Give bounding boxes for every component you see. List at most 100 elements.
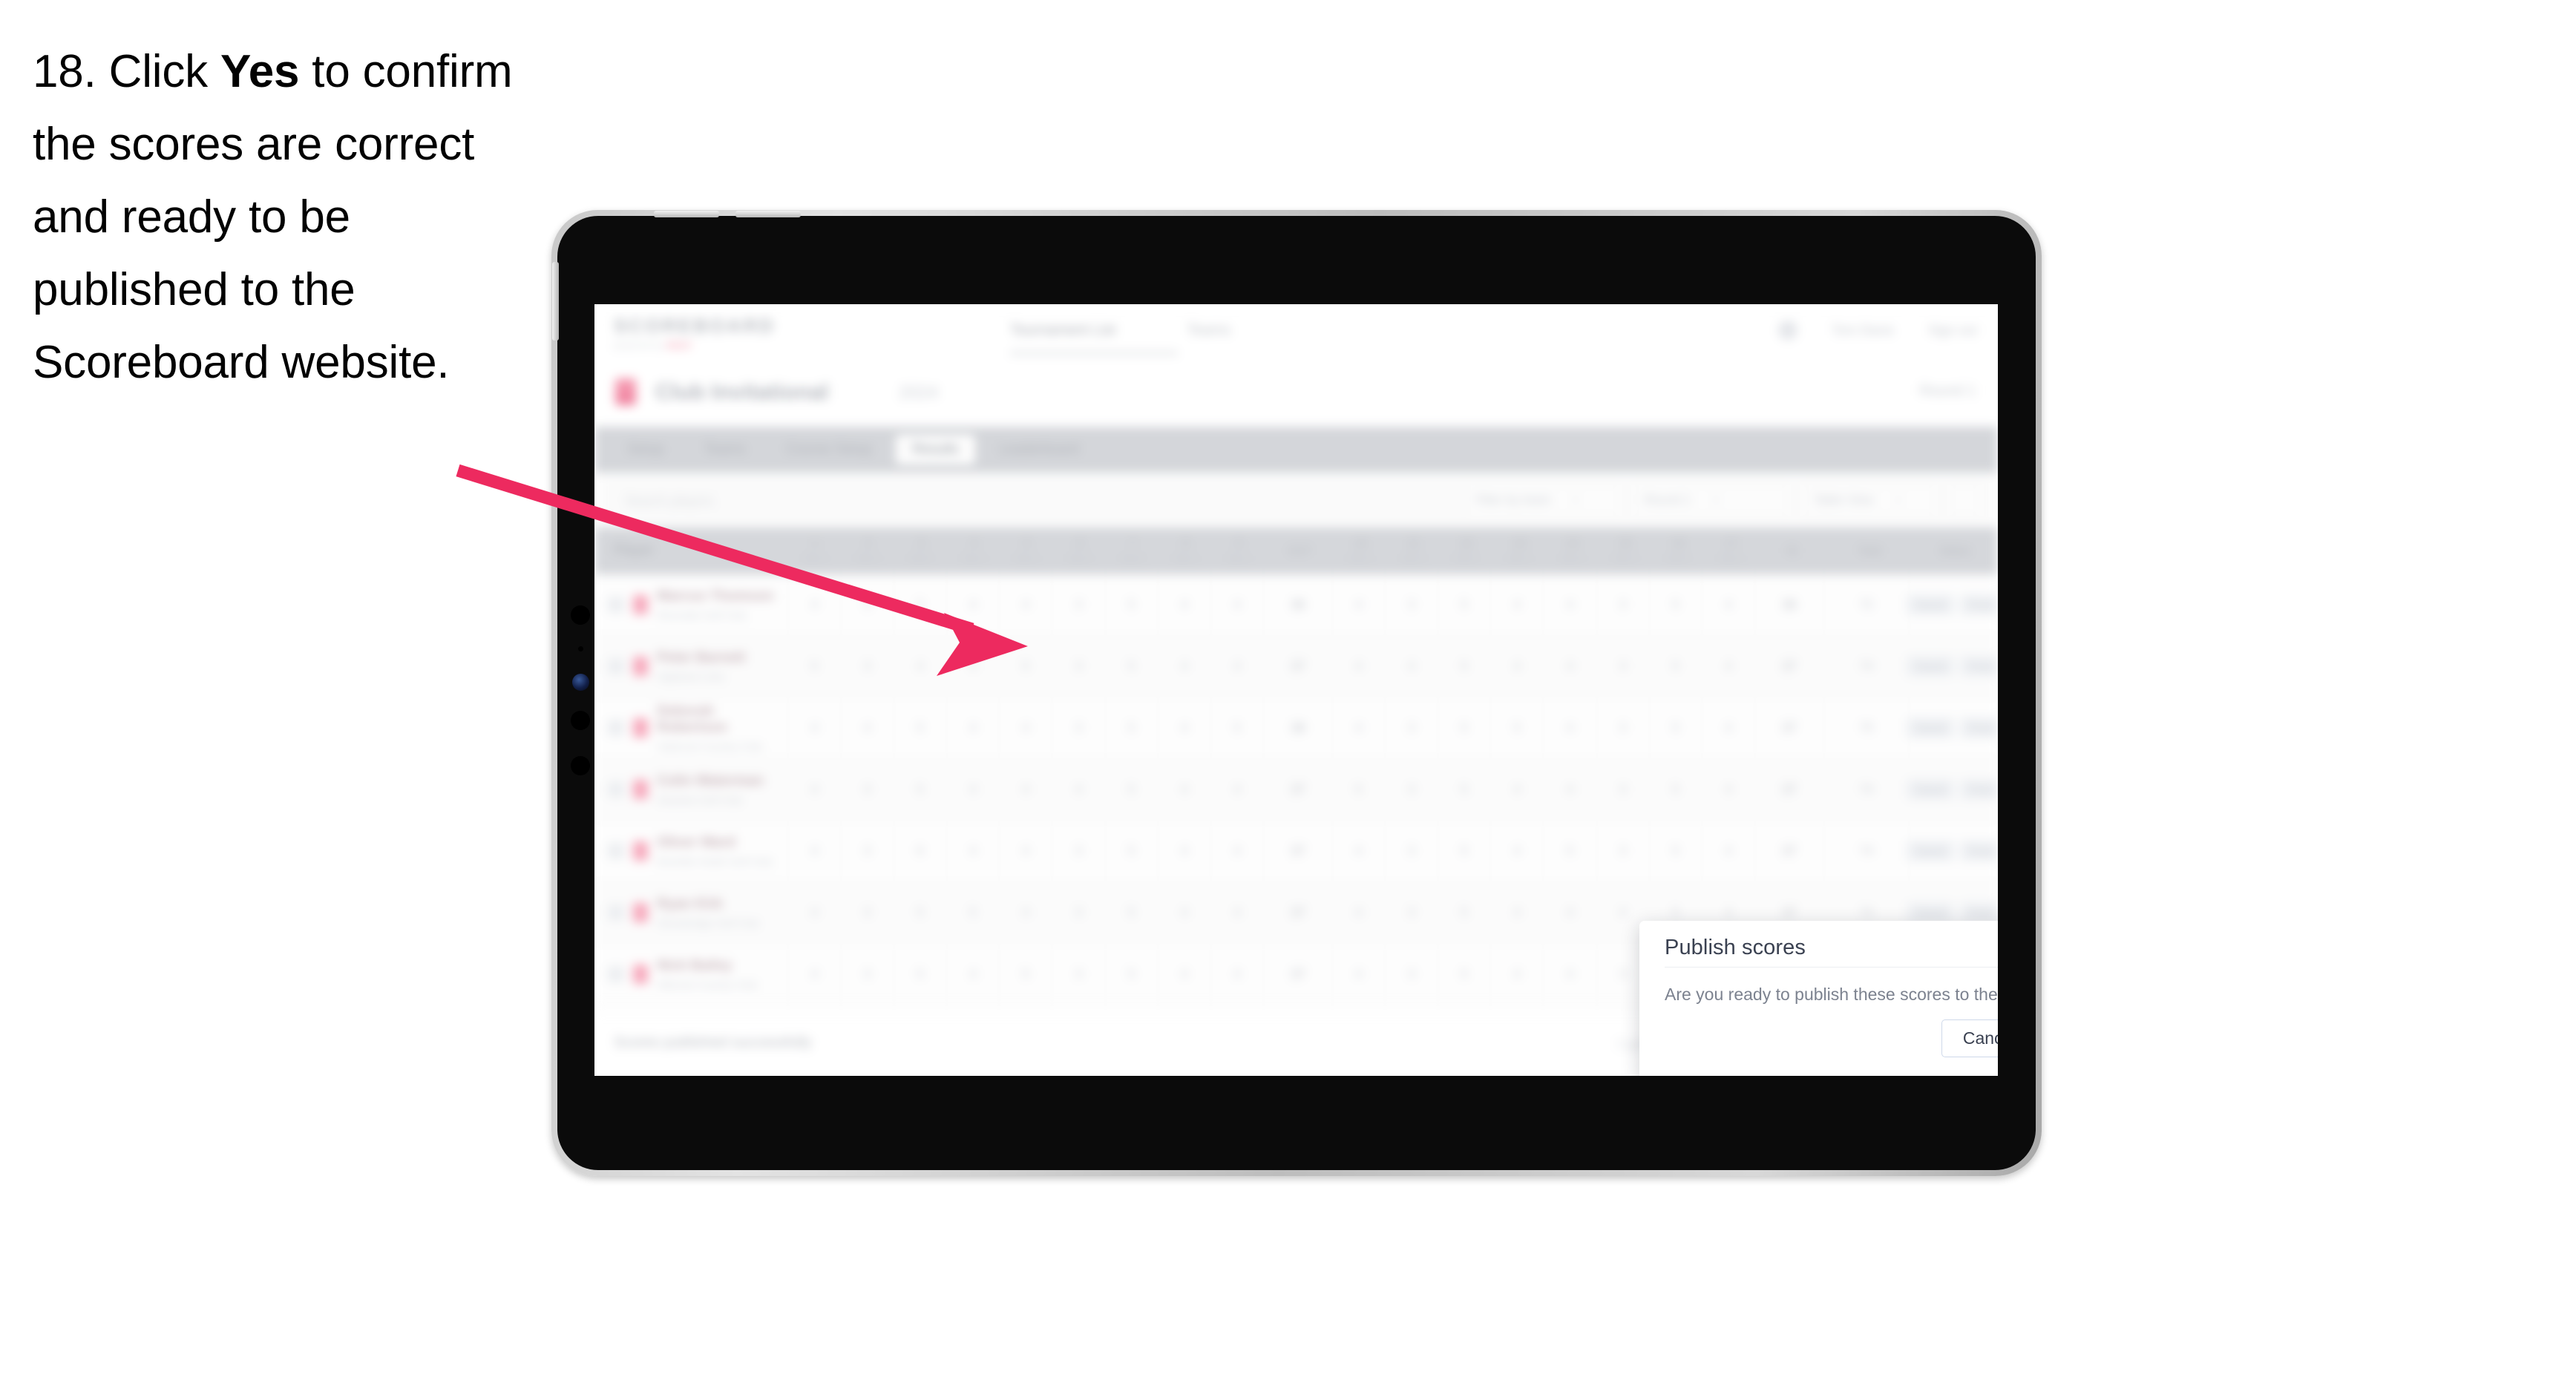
score-cell[interactable]: 3 xyxy=(1052,574,1104,635)
score-cell[interactable]: 4 xyxy=(1543,944,1596,1005)
tab-teams[interactable]: Teams xyxy=(688,435,762,464)
score-cell[interactable]: 4 xyxy=(1157,574,1210,635)
row-checkbox[interactable] xyxy=(608,843,624,859)
score-cell[interactable]: 4 xyxy=(1701,574,1754,635)
score-cell[interactable]: 4 xyxy=(787,821,840,881)
score-cell[interactable]: 4 xyxy=(1157,697,1210,758)
score-cell[interactable]: 4 xyxy=(1331,882,1385,943)
table-row[interactable]: Colin Waterman Seaview Golf Club 4 3 5 4 4 4 5 4 4… xyxy=(594,759,1998,821)
settings-icon[interactable] xyxy=(1949,485,1980,516)
score-cell[interactable]: 4 xyxy=(1210,944,1263,1005)
row-checkbox[interactable] xyxy=(608,966,624,982)
score-cell[interactable]: 3 xyxy=(1384,821,1438,881)
score-cell[interactable]: 4 xyxy=(945,759,999,820)
score-cell[interactable]: 4 xyxy=(1331,821,1385,881)
sign-out-link[interactable]: Sign out xyxy=(1928,323,1977,338)
score-cell[interactable]: 5 xyxy=(1331,759,1385,820)
score-cell[interactable]: 3 xyxy=(840,944,894,1005)
score-cell[interactable]: 5 xyxy=(1543,821,1596,881)
score-cell[interactable]: 4 xyxy=(999,821,1052,881)
score-cell[interactable]: 4 xyxy=(1052,759,1104,820)
row-checkbox[interactable] xyxy=(608,658,624,674)
score-cell[interactable]: 4 xyxy=(945,574,999,635)
score-cell[interactable]: 4 xyxy=(1157,821,1210,881)
score-cell[interactable]: 4 xyxy=(1210,574,1263,635)
score-cell[interactable]: 4 xyxy=(787,882,840,943)
score-cell[interactable]: 4 xyxy=(999,882,1052,943)
score-cell[interactable]: 4 xyxy=(1543,636,1596,697)
score-cell[interactable]: 4 xyxy=(1157,882,1210,943)
score-cell[interactable]: 4 xyxy=(945,944,999,1005)
score-cell[interactable]: 5 xyxy=(1437,697,1490,758)
score-cell[interactable]: 4 xyxy=(1490,821,1543,881)
tab-results[interactable]: Results xyxy=(895,435,976,464)
score-cell[interactable]: 3 xyxy=(1596,636,1649,697)
score-cell[interactable]: 4 xyxy=(1384,636,1438,697)
score-cell[interactable]: 4 xyxy=(1157,944,1210,1005)
cancel-button[interactable]: Cancel xyxy=(1941,1019,1998,1057)
score-cell[interactable]: 4 xyxy=(893,636,946,697)
score-cell[interactable]: 4 xyxy=(999,759,1052,820)
score-cell[interactable]: 3 xyxy=(1596,759,1649,820)
score-cell[interactable]: 4 xyxy=(1543,697,1596,758)
score-cell[interactable]: 4 xyxy=(840,697,894,758)
app-logo[interactable]: SCOREBOARD powered by GOLF xyxy=(614,315,776,350)
score-cell[interactable]: 5 xyxy=(1437,636,1490,697)
score-cell[interactable]: 4 xyxy=(999,697,1052,758)
score-cell[interactable]: 3 xyxy=(840,821,894,881)
score-cell[interactable]: 3 xyxy=(1384,697,1438,758)
score-cell[interactable]: 3 xyxy=(1596,697,1649,758)
score-cell[interactable]: 5 xyxy=(1648,759,1702,820)
score-cell[interactable]: 4 xyxy=(1490,759,1543,820)
score-cell[interactable]: 3 xyxy=(1384,882,1438,943)
score-cell[interactable]: 3 xyxy=(1384,759,1438,820)
score-cell[interactable]: 4 xyxy=(1157,636,1210,697)
score-cell[interactable]: 4 xyxy=(787,574,840,635)
table-row[interactable]: Deborah Robertson Oakmont Country Club 4 4 5… xyxy=(594,697,1998,759)
score-cell[interactable]: 4 xyxy=(1331,574,1385,635)
score-cell[interactable]: 4 xyxy=(1331,944,1385,1005)
score-cell[interactable]: 5 xyxy=(1648,821,1702,881)
score-cell[interactable]: 3 xyxy=(840,574,894,635)
score-cell[interactable]: 4 xyxy=(1543,759,1596,820)
score-cell[interactable]: 4 xyxy=(1210,759,1263,820)
score-cell[interactable]: 4 xyxy=(1331,697,1385,758)
score-cell[interactable]: 4 xyxy=(1490,882,1543,943)
score-cell[interactable]: 5 xyxy=(1437,759,1490,820)
score-cell[interactable]: 3 xyxy=(840,636,894,697)
round-label[interactable]: Round 1 xyxy=(1919,383,1976,400)
score-cell[interactable]: 5 xyxy=(1437,821,1490,881)
row-checkbox[interactable] xyxy=(608,781,624,798)
filter-round-select[interactable]: Round 1 ▾ xyxy=(1633,485,1789,516)
score-cell[interactable]: 5 xyxy=(1490,697,1543,758)
score-cell[interactable]: 4 xyxy=(1490,636,1543,697)
score-cell[interactable]: 4 xyxy=(1490,944,1543,1005)
score-cell[interactable]: 4 xyxy=(945,636,999,697)
score-cell[interactable]: 5 xyxy=(1437,574,1490,635)
score-cell[interactable]: 4 xyxy=(1157,759,1210,820)
volume-down-button[interactable] xyxy=(735,211,801,217)
score-cell[interactable]: 4 xyxy=(1490,574,1543,635)
score-cell[interactable]: 4 xyxy=(1543,574,1596,635)
score-cell[interactable]: 3 xyxy=(840,882,894,943)
score-cell[interactable]: 4 xyxy=(1701,636,1754,697)
tab-leaderboard[interactable]: Leaderboard xyxy=(983,435,1095,464)
score-cell[interactable]: 3 xyxy=(1052,636,1104,697)
score-cell[interactable]: 4 xyxy=(1210,882,1263,943)
filter-view-select[interactable]: Table View ▾ xyxy=(1802,485,1936,516)
bell-icon[interactable] xyxy=(1777,321,1797,340)
search-input[interactable]: Search players xyxy=(614,486,1513,516)
score-cell[interactable]: 4 xyxy=(1210,821,1263,881)
score-cell[interactable]: 5 xyxy=(1210,697,1263,758)
score-cell[interactable]: 5 xyxy=(999,636,1052,697)
score-cell[interactable]: 3 xyxy=(1052,882,1104,943)
score-cell[interactable]: 4 xyxy=(945,821,999,881)
score-cell[interactable]: 5 xyxy=(1104,882,1158,943)
score-cell[interactable]: 3 xyxy=(1596,574,1649,635)
score-cell[interactable]: 5 xyxy=(1104,759,1158,820)
score-cell[interactable]: 3 xyxy=(1052,821,1104,881)
score-cell[interactable]: 3 xyxy=(1384,944,1438,1005)
score-cell[interactable]: 4 xyxy=(1210,636,1263,697)
score-cell[interactable]: 3 xyxy=(1052,944,1104,1005)
row-checkbox[interactable] xyxy=(608,904,624,921)
